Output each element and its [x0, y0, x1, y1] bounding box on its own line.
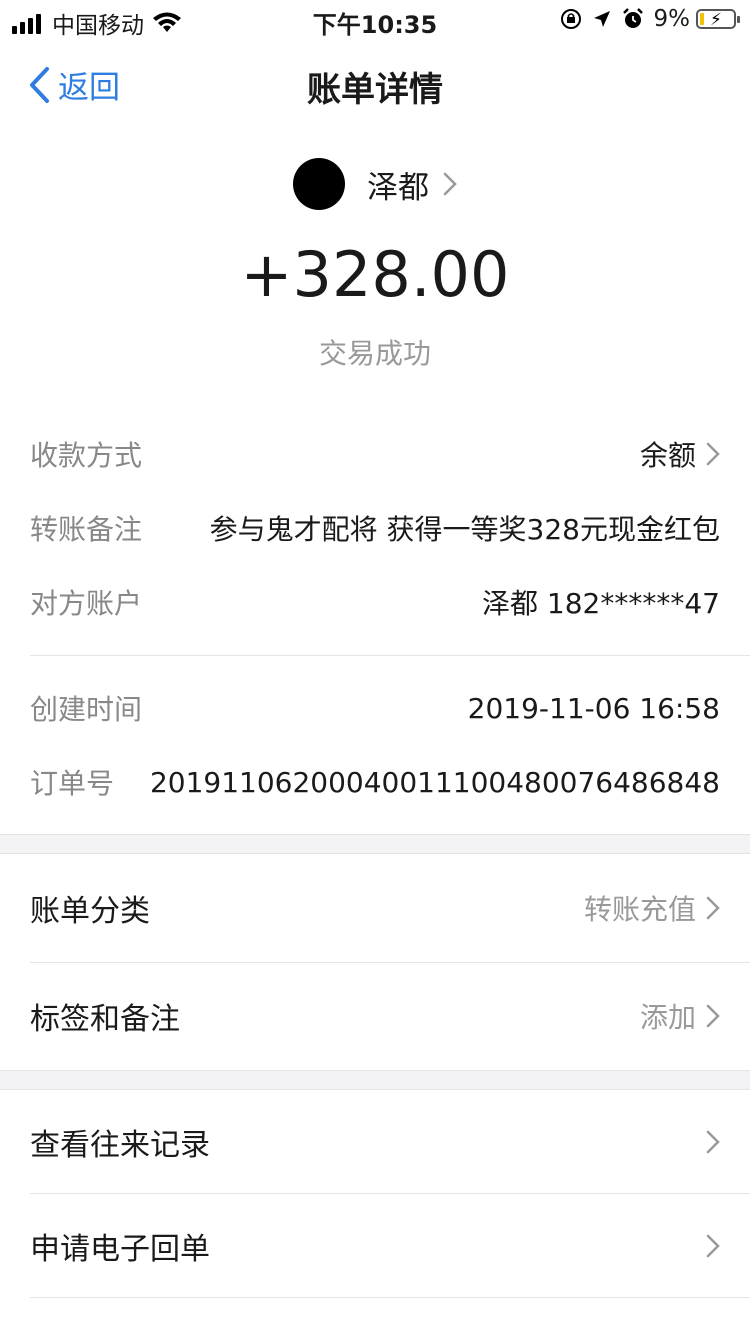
created-value: 2019-11-06 16:58 [467, 691, 720, 725]
remark-value: 参与鬼才配将 获得一等奖328元现金红包 [209, 513, 720, 546]
category-label: 账单分类 [30, 894, 150, 929]
chevron-right-icon [706, 1130, 720, 1154]
order-label: 订单号 [30, 767, 115, 800]
tags-value: 添加 [639, 1001, 696, 1034]
created-label: 创建时间 [30, 693, 143, 726]
chevron-right-icon [706, 442, 720, 466]
chevron-right-icon [443, 172, 457, 196]
menu-item-history[interactable]: 查看往来记录 [30, 1090, 720, 1194]
battery-icon: ⚡ [696, 9, 740, 30]
method-label: 收款方式 [30, 439, 143, 472]
status-bar: 中国移动 下午10:35 9% ⚡ [0, 0, 750, 40]
chevron-right-icon [706, 1004, 720, 1028]
avatar [293, 158, 345, 210]
payee-name: 泽都 [367, 169, 429, 206]
transaction-status: 交易成功 [318, 337, 431, 370]
menu-item-tags[interactable]: 标签和备注 添加 [30, 963, 720, 1069]
divider [30, 1297, 750, 1298]
location-arrow-icon [593, 11, 610, 27]
nav-bar: 返回 账单详情 [0, 40, 750, 128]
receipt-label: 申请电子回单 [30, 1232, 210, 1267]
divider [30, 655, 750, 656]
battery-percent: 9% [653, 6, 691, 32]
section-gap [0, 1070, 750, 1090]
status-right: 9% ⚡ [550, 6, 740, 32]
account-label: 对方账户 [30, 587, 143, 620]
chevron-right-icon [706, 1234, 720, 1258]
account-value: 泽都 182******47 [482, 587, 720, 620]
tags-label: 标签和备注 [30, 1002, 180, 1037]
history-label: 查看往来记录 [30, 1128, 210, 1163]
order-value: 20191106200040011100480076486848 [149, 765, 720, 799]
remark-label: 转账备注 [30, 513, 143, 546]
page-title: 账单详情 [307, 70, 443, 110]
alarm-icon [622, 8, 643, 28]
section-gap [0, 834, 750, 854]
detail-row-method[interactable]: 收款方式 余额 [30, 434, 720, 474]
category-value: 转账充值 [583, 893, 696, 926]
menu-item-receipt[interactable]: 申请电子回单 [30, 1194, 720, 1298]
rotation-lock-icon [560, 9, 581, 29]
transaction-amount: +328.00 [240, 238, 510, 311]
detail-row-order: 订单号 20191106200040011100480076486848 [30, 762, 720, 802]
menu-item-category[interactable]: 账单分类 转账充值 [30, 854, 720, 962]
chevron-right-icon [706, 896, 720, 920]
payee-link[interactable]: 泽都 [0, 156, 750, 212]
detail-row-remark: 转账备注 参与鬼才配将 获得一等奖328元现金红包 [30, 508, 720, 548]
detail-row-account: 对方账户 泽都 182******47 [30, 582, 720, 622]
method-value: 余额 [639, 439, 696, 472]
detail-row-created: 创建时间 2019-11-06 16:58 [30, 688, 720, 728]
